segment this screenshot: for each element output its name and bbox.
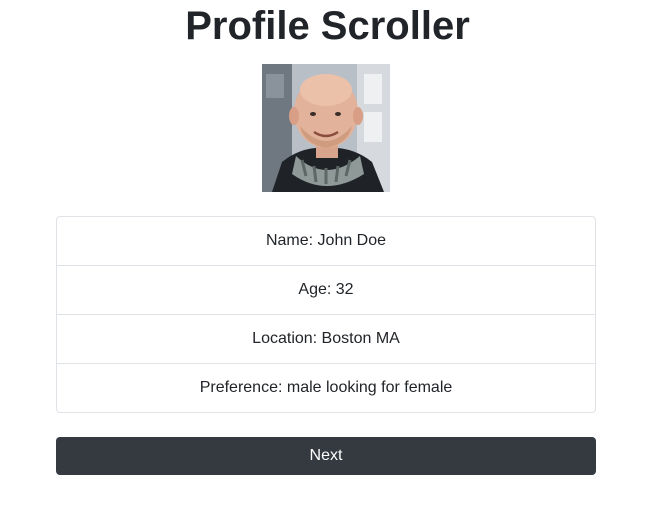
profile-location-item: Location: Boston MA [57, 315, 595, 364]
profile-age-item: Age: 32 [57, 266, 595, 315]
profile-name-item: Name: John Doe [57, 217, 595, 266]
profile-details-list: Name: John Doe Age: 32 Location: Boston … [56, 216, 596, 413]
next-button[interactable]: Next [56, 437, 596, 475]
profile-photo [262, 64, 390, 192]
page-title: Profile Scroller [185, 4, 470, 48]
profile-preference-item: Preference: male looking for female [199, 379, 453, 396]
profile-scroller-page: Profile Scroller Name: John Doe Age: 32 … [0, 0, 655, 508]
